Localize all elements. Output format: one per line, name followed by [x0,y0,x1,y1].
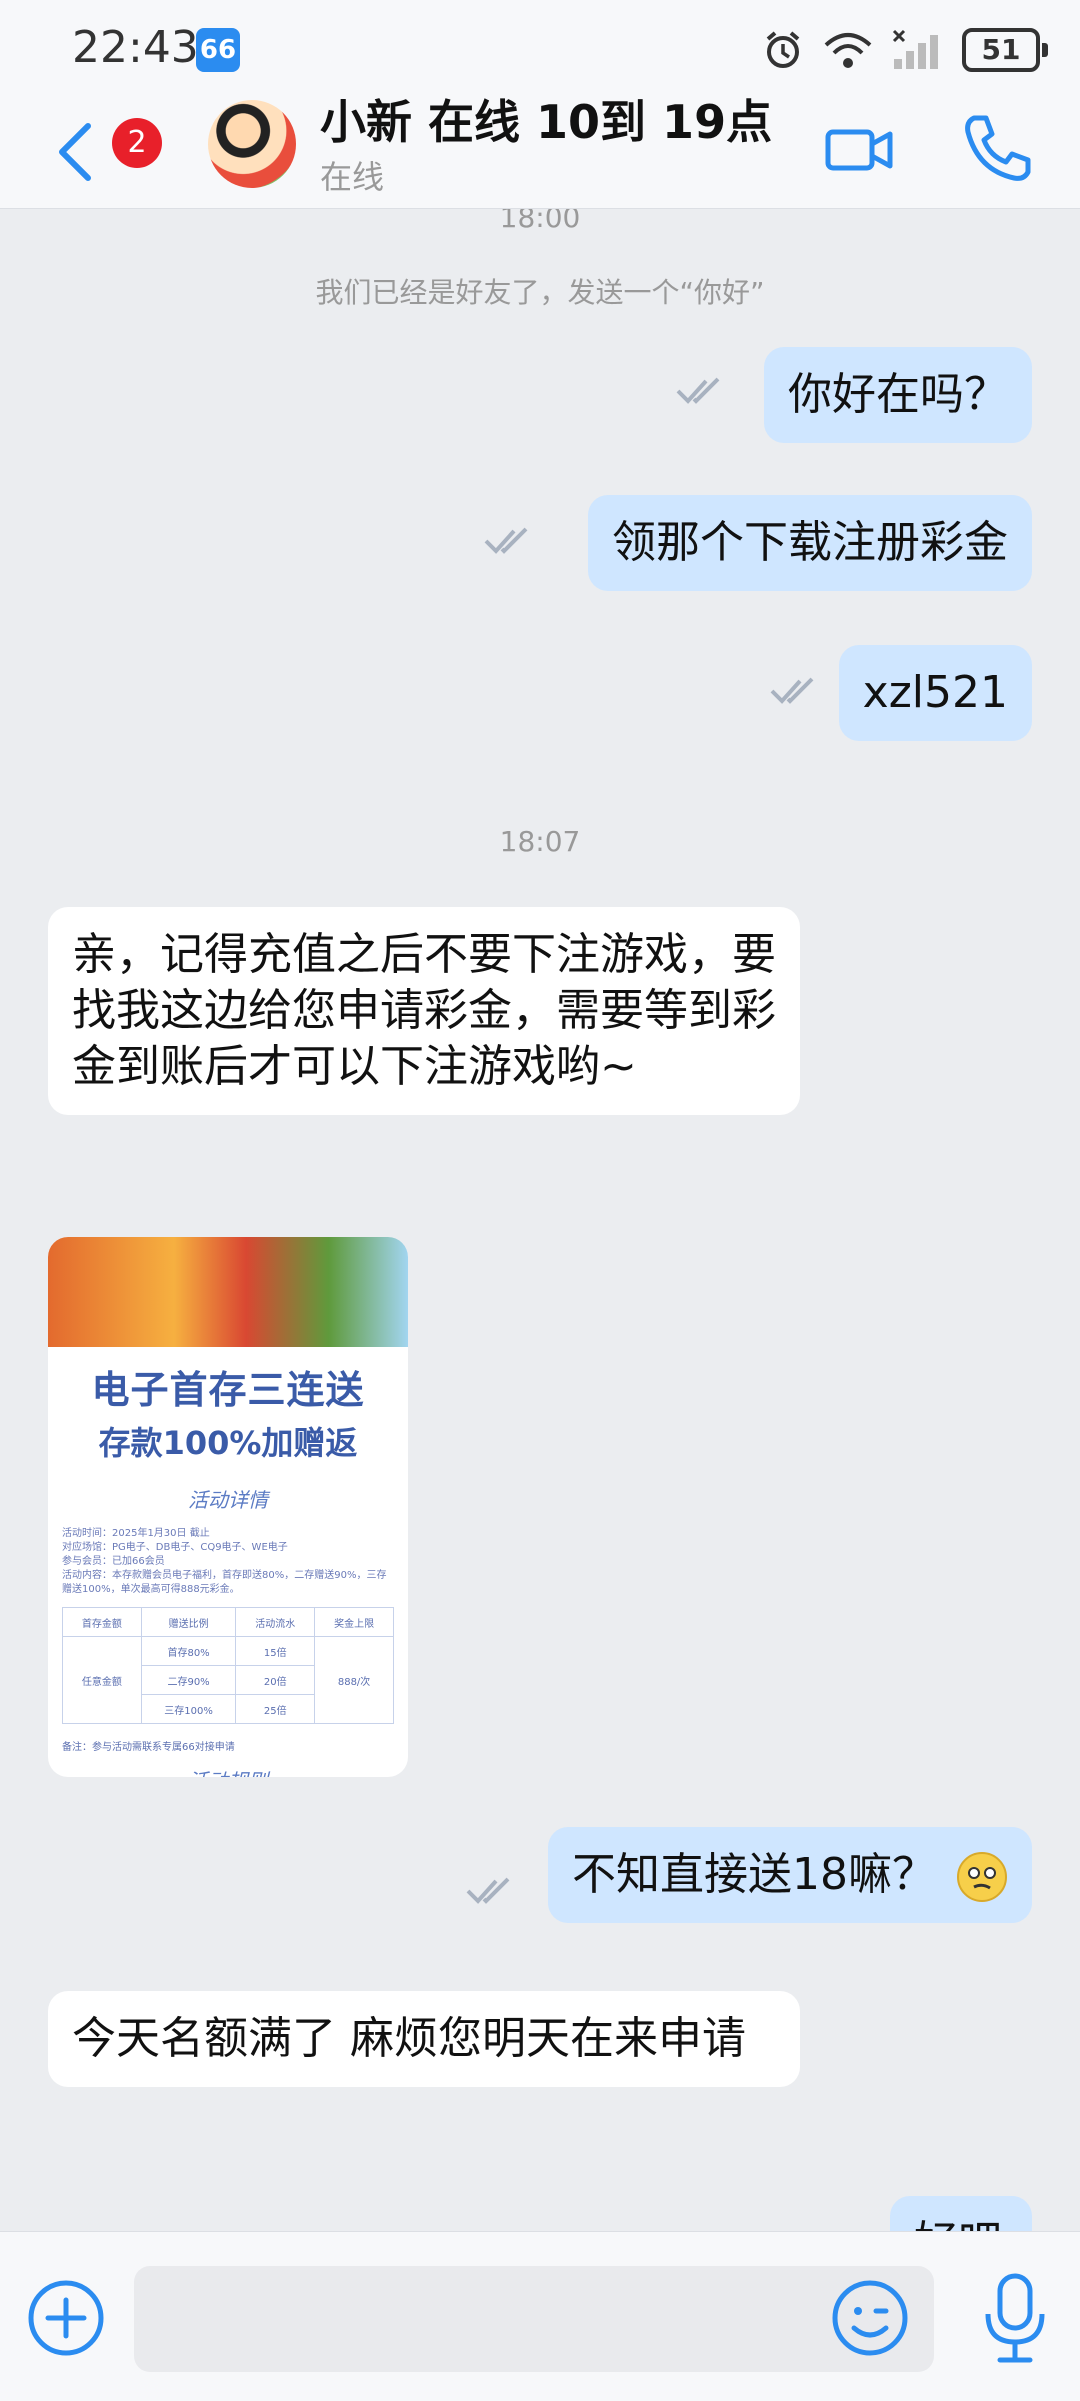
table-cell: 25倍 [235,1694,316,1724]
promo-subtitle: 存款100%加赠返 [98,1424,358,1462]
table-cell: 任意金额 [62,1636,142,1724]
thinking-emoji-icon [957,1852,1007,1902]
wifi-icon [824,33,872,68]
promo-table: 首存金额 赠送比例 活动流水 奖金上限 任意金额 首存80% 15倍 888/次… [62,1607,394,1724]
promo-note: 备注：参与活动需联系专属66对接申请 [62,1742,235,1753]
contact-name[interactable]: 小新 在线 10到 19点 [320,86,772,152]
back-icon[interactable] [48,116,108,188]
timestamp: 18:00 [499,209,581,234]
phone-call-icon[interactable] [960,110,1036,186]
message-bubble-out-partial[interactable]: 好吧 [890,2196,1032,2236]
add-icon[interactable] [26,2278,106,2358]
promo-image[interactable]: 电子首存三连送 存款100%加赠返 活动详情 活动时间：2025年1月30日 截… [48,1237,408,1777]
input-bar [0,2231,1080,2401]
video-call-icon[interactable] [824,114,896,186]
table-header-cell: 赠送比例 [140,1607,237,1637]
promo-artwork [48,1237,408,1347]
table-cell: 20倍 [235,1665,316,1695]
avatar[interactable] [208,100,296,188]
table-cell: 888/次 [314,1636,394,1724]
promo-section-heading: 活动详情 [188,1488,268,1512]
promo-details: 活动时间：2025年1月30日 截止 对应场馆：PG电子、DB电子、CQ9电子、… [62,1527,394,1597]
promo-line: 活动内容：本存款赠会员电子福利，首存即送80%，二存赠送90%，三存赠送100%… [62,1570,387,1595]
unread-count-badge: 2 [112,118,162,168]
table-cell: 三存100% [140,1694,237,1724]
table-cell: 15倍 [235,1636,316,1666]
status-time: 22:43 [72,22,199,73]
promo-section-heading: 活动规则 [48,1765,408,1777]
microphone-icon[interactable] [980,2270,1050,2366]
signal-icon [892,29,938,69]
promo-line: 活动时间：2025年1月30日 截止 [62,1528,210,1539]
table-cell: 二存90% [140,1665,237,1695]
chat-header: 2 小新 在线 10到 19点 在线 [0,95,1080,209]
message-bubble-out[interactable]: xzl521 [838,645,1032,741]
promo-line: 对应场馆：PG电子、DB电子、CQ9电子、WE电子 [62,1542,288,1553]
promo-line: 参与会员：已加66会员 [62,1556,165,1567]
table-cell: 首存80% [140,1636,237,1666]
message-bubble-out[interactable]: 不知直接送18嘛？ [548,1827,1032,1923]
message-bubble-in[interactable]: 今天名额满了 麻烦您明天在来申请 [48,1991,800,2087]
read-check-icon [770,677,814,704]
read-check-icon [676,377,720,404]
system-message: 我们已经是好友了，发送一个“你好” [315,276,765,309]
status-icons: 51 [762,24,1048,76]
message-bubble-out[interactable]: 领那个下载注册彩金 [588,495,1032,591]
alarm-icon [766,31,800,68]
table-header-cell: 首存金额 [62,1607,142,1637]
message-input[interactable] [134,2266,934,2372]
read-check-icon [466,1877,510,1904]
status-bar: 22:43 66 51 [0,0,1080,96]
promo-title: 电子首存三连送 [91,1368,365,1412]
emoji-icon[interactable] [830,2278,910,2358]
table-header-cell: 活动流水 [235,1607,316,1637]
table-header-cell: 奖金上限 [314,1607,394,1637]
presence-status: 在线 [320,158,385,196]
battery-icon: 51 [962,28,1048,72]
app-badge-icon: 66 [196,28,240,72]
read-check-icon [484,527,528,554]
message-bubble-out[interactable]: 你好在吗？ [764,347,1032,443]
message-list[interactable]: 18:00 我们已经是好友了，发送一个“你好” 你好在吗？ 领那个下载注册彩金 … [0,209,1080,2231]
timestamp: 18:07 [499,825,581,858]
message-text: 不知直接送18嘛？ [572,1849,936,1900]
message-bubble-in[interactable]: 亲，记得充值之后不要下注游戏，要找我这边给您申请彩金，需要等到彩金到账后才可以下… [48,907,800,1115]
